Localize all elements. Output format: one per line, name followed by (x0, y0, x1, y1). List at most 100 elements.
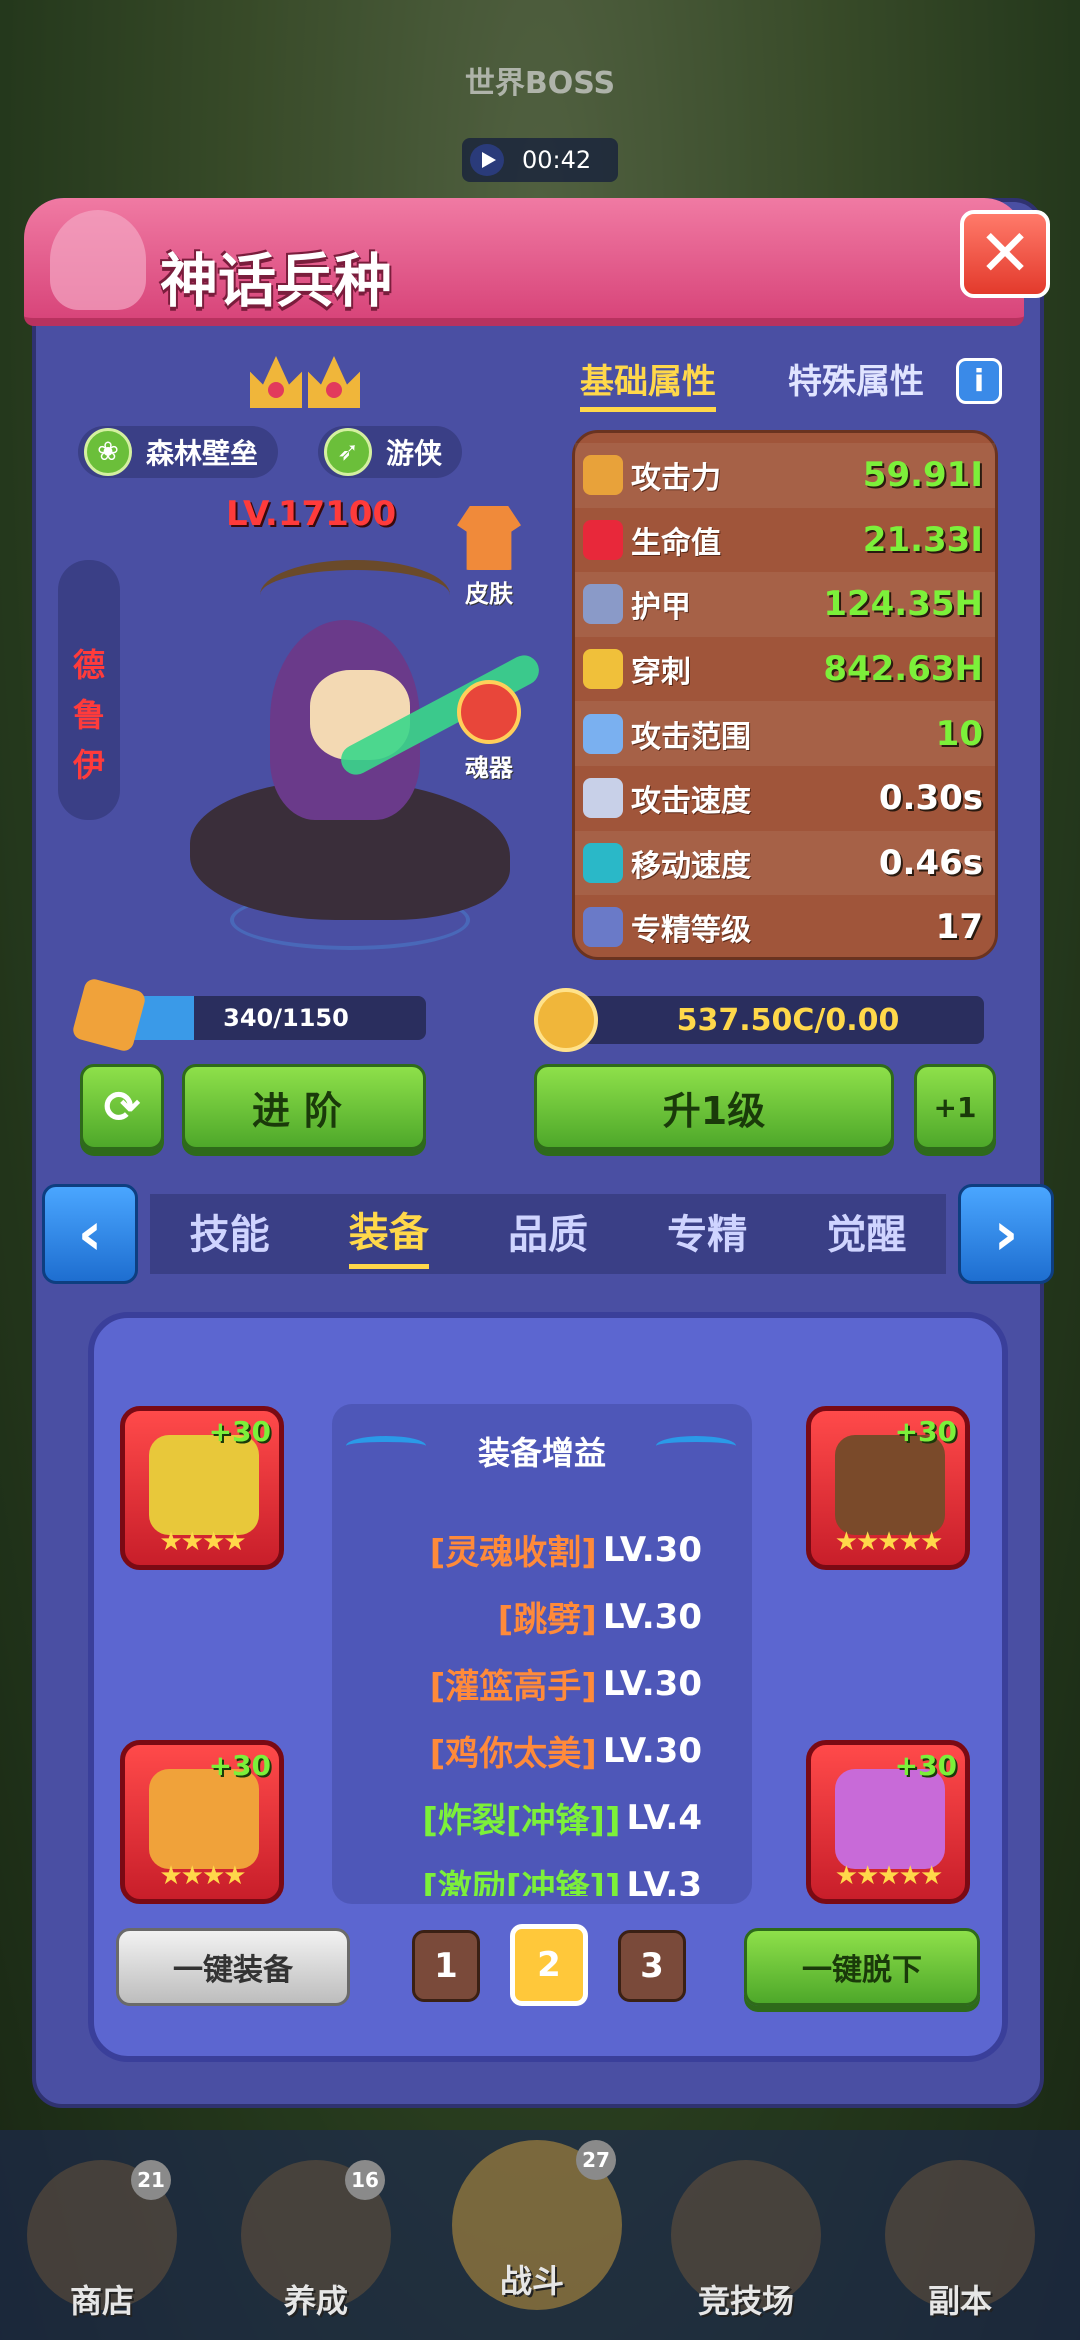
stat-label: 移动速度 (631, 848, 751, 884)
nav-battle[interactable]: 27 战斗 (452, 2140, 622, 2310)
star-rating: ★★★★★ (834, 1861, 944, 1891)
stat-icon (583, 907, 623, 948)
tab-awakening[interactable]: 觉醒 (826, 1202, 906, 1266)
equip-all-button[interactable]: 一键装备 (116, 1928, 350, 2006)
buff-name: [激励[冲锋]] (422, 1868, 621, 1896)
skin-button[interactable]: 皮肤 (444, 506, 534, 609)
stat-row: 护甲 124.35H (575, 572, 995, 637)
buff-name: [灵魂收割] (429, 1533, 597, 1573)
chest-armor-icon (835, 1435, 945, 1535)
coin-cost-bar: 537.50C/0.00 (552, 996, 984, 1044)
nav-dungeon[interactable]: 副本 (880, 2160, 1040, 2330)
stat-label: 专精等级 (631, 913, 751, 949)
equip-slot-helmet[interactable]: +30 ★★★★ (120, 1406, 284, 1570)
info-button[interactable]: i (956, 358, 1002, 404)
helmet-icon (149, 1435, 259, 1535)
buff-level: LV.4 (626, 1797, 703, 1838)
stat-icon (583, 713, 623, 754)
badge-count: 27 (576, 2140, 616, 2180)
badge-count: 16 (345, 2160, 385, 2200)
buff-list[interactable]: [灵魂收割] LV.30 [跳劈] LV.30 [灌篮高手] LV.30 [鸡你太美] LV.… (332, 1516, 752, 1897)
buff-level: LV.30 (602, 1730, 702, 1771)
enhance-level: +30 (894, 1415, 957, 1448)
bow-icon: ➶ (324, 428, 372, 476)
buff-row: [炸裂[冲锋]] LV.4 (332, 1784, 752, 1851)
tab-special-attributes[interactable]: 特殊属性 (788, 354, 924, 403)
nav-arena[interactable]: 竞技场 (666, 2160, 826, 2330)
play-icon (470, 144, 504, 176)
star-rating: ★★★★ (159, 1861, 246, 1891)
tab-quality[interactable]: 品质 (508, 1202, 588, 1266)
stat-value: 17 (935, 907, 983, 948)
stat-value: 59.91I (862, 455, 983, 496)
buff-level: LV.30 (602, 1529, 702, 1570)
stat-row: 生命值 21.33I (575, 508, 995, 573)
faction-label: 森林壁垒 (146, 437, 259, 470)
hero-name-char: 德 (72, 646, 105, 684)
advance-button[interactable]: 进阶 (182, 1064, 426, 1150)
next-hero-button[interactable]: › (958, 1184, 1054, 1284)
buff-level: LV.30 (602, 1663, 702, 1704)
nav-label: 商店 (69, 2282, 134, 2320)
buff-row: [灵魂收割] LV.30 (332, 1516, 752, 1583)
tab-skills[interactable]: 技能 (190, 1202, 270, 1266)
panel-title: 神话兵种 (160, 247, 393, 315)
stats-table: 攻击力 59.91I 生命值 21.33I 护甲 124.35H 穿刺 842.63H 攻击范围… (572, 430, 998, 960)
tab-mastery[interactable]: 专精 (667, 1202, 747, 1266)
enhance-level: +30 (894, 1749, 957, 1782)
soul-label: 魂器 (465, 754, 513, 782)
buff-row: [鸡你太美] LV.30 (332, 1717, 752, 1784)
enhance-level: +30 (208, 1415, 271, 1448)
class-tag[interactable]: ➶ 游侠 (318, 426, 463, 478)
stat-icon (583, 778, 623, 819)
nav-label: 养成 (283, 2282, 348, 2320)
refresh-button[interactable]: ⟳ (80, 1064, 164, 1150)
tab-equipment[interactable]: 装备 (348, 1200, 429, 1269)
unequip-all-button[interactable]: 一键脱下 (744, 1928, 980, 2006)
tab-basic-attributes[interactable]: 基础属性 (580, 354, 716, 412)
plus-one-button[interactable]: +1 (914, 1064, 996, 1150)
soul-vessel-button[interactable]: 魂器 (444, 680, 534, 783)
stat-icon (583, 519, 623, 560)
shirt-icon (457, 506, 521, 570)
world-boss-label: 世界BOSS (464, 66, 616, 101)
previous-hero-button[interactable]: ‹ (42, 1184, 138, 1284)
stat-value: 21.33I (862, 519, 983, 560)
stat-row: 攻击速度 0.30s (575, 766, 995, 831)
timer-text: 00:42 (522, 146, 592, 174)
faction-tag[interactable]: ❀ 森林壁垒 (78, 426, 279, 478)
stat-row: 攻击力 59.91I (575, 443, 995, 508)
loadout-page-2[interactable]: 2 (510, 1924, 588, 2006)
close-button[interactable]: ✕ (960, 210, 1050, 298)
nav-shop[interactable]: 21 商店 (22, 2160, 182, 2330)
equipment-bonus-title: 装备增益 (477, 1434, 606, 1472)
stat-row: 专精等级 17 (575, 895, 995, 960)
equip-slot-armor[interactable]: +30 ★★★★★ (806, 1406, 970, 1570)
stat-icon (583, 842, 623, 883)
shard-progress-text: 340/1150 (223, 1004, 349, 1032)
level-up-button[interactable]: 升1级 (534, 1064, 894, 1150)
stat-label: 护甲 (631, 590, 691, 626)
stat-value: 124.35H (823, 584, 983, 625)
category-tabs: 技能 装备 品质 专精 觉醒 (150, 1194, 946, 1274)
stat-row: 移动速度 0.46s (575, 830, 995, 896)
star-rating: ★★★★ (159, 1527, 246, 1557)
class-label: 游侠 (386, 437, 443, 470)
nav-label: 副本 (927, 2282, 992, 2320)
crown-icon (250, 356, 302, 408)
stat-label: 穿刺 (631, 655, 691, 691)
equip-slot-amulet[interactable]: +30 ★★★★★ (806, 1740, 970, 1904)
stat-icon (583, 584, 623, 625)
crown-icon (308, 356, 360, 408)
stat-label: 攻击速度 (631, 784, 751, 820)
coin-cost-text: 537.50C/0.00 (676, 1002, 900, 1038)
stat-value: 842.63H (823, 649, 983, 690)
nav-label: 竞技场 (697, 2282, 794, 2320)
antlers (260, 560, 450, 630)
nav-develop[interactable]: 16 养成 (236, 2160, 396, 2330)
hero-name-banner: 德 鲁 伊 (58, 560, 120, 820)
loadout-page-1[interactable]: 1 (412, 1930, 480, 2002)
loadout-page-3[interactable]: 3 (618, 1930, 686, 2002)
equip-slot-weapon[interactable]: +30 ★★★★ (120, 1740, 284, 1904)
soul-vessel-icon (457, 680, 521, 744)
